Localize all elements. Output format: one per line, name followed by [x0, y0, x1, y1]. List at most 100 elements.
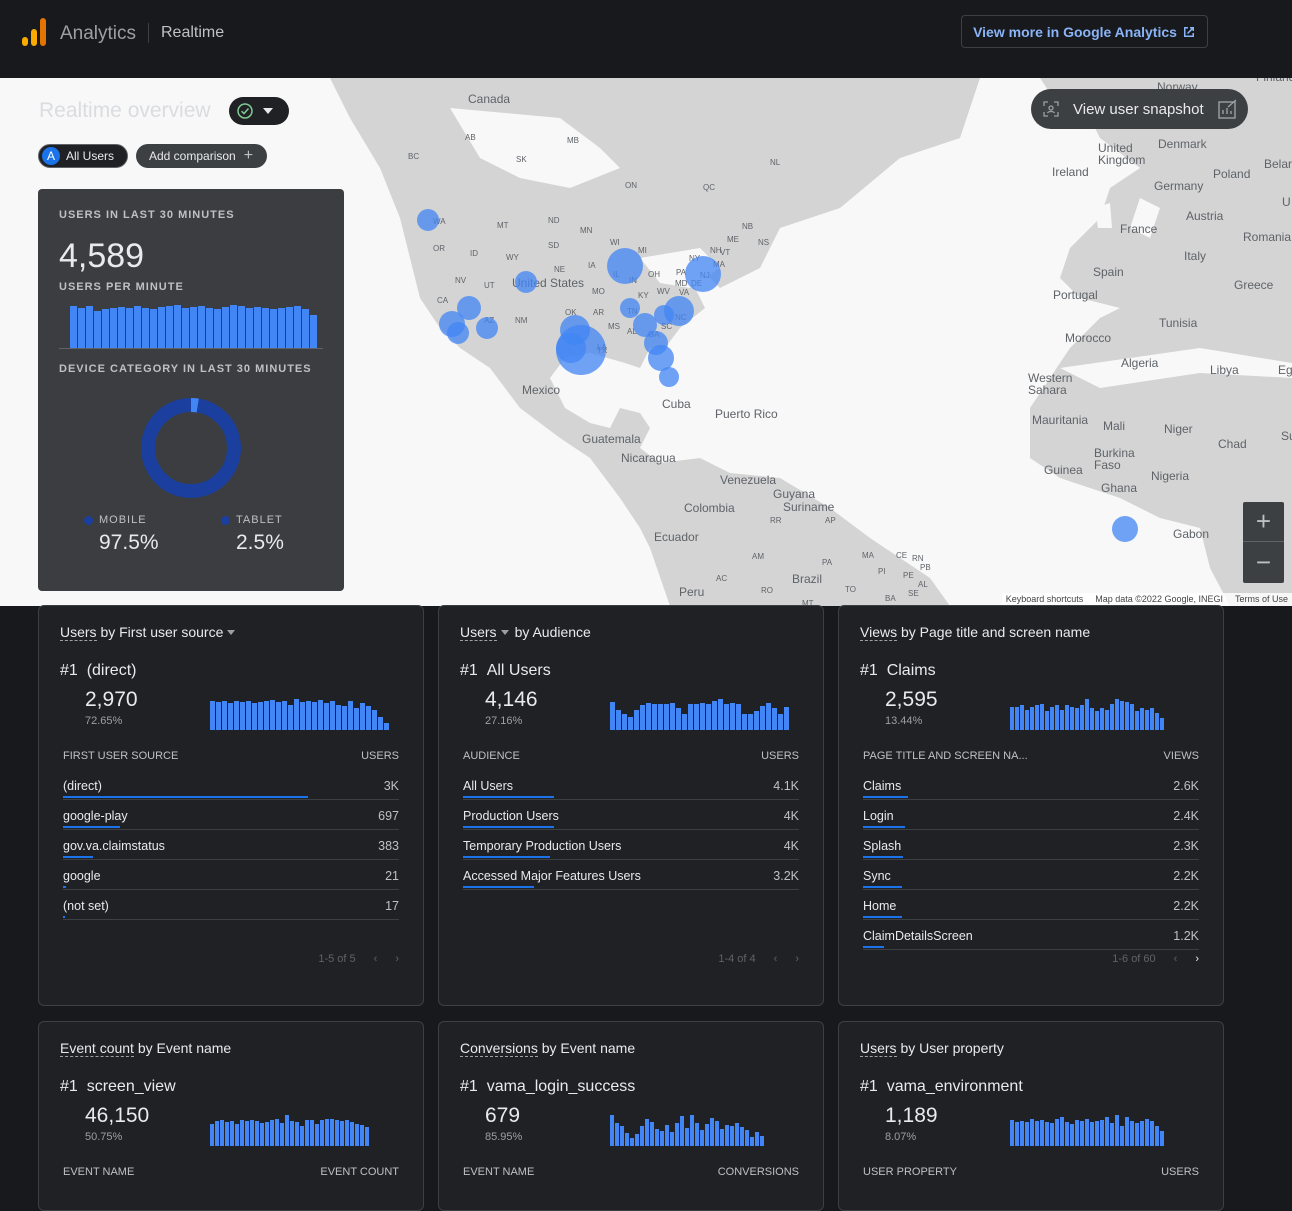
user-location-bubble[interactable] — [654, 305, 674, 325]
column-header-metric: USERS — [1161, 1166, 1199, 1178]
zoom-out-button[interactable]: − — [1243, 542, 1284, 582]
dropdown-arrow-icon[interactable] — [500, 630, 509, 635]
page-name: Realtime — [161, 24, 225, 41]
user-location-bubble[interactable] — [417, 209, 439, 231]
report-card: Conversions by Event name #1 vama_login_… — [438, 1021, 824, 1211]
add-comparison-button[interactable]: Add comparison + — [136, 144, 267, 168]
spark-bar — [118, 307, 125, 348]
chevron-left-icon[interactable]: ‹ — [1174, 953, 1178, 965]
map-region-label: RR — [770, 516, 782, 525]
metric-selector[interactable]: Event count — [60, 1040, 134, 1057]
chevron-right-icon[interactable]: › — [795, 953, 799, 965]
spark-bar — [610, 702, 615, 730]
top-item-percent: 72.65% — [85, 715, 123, 727]
all-users-chip[interactable]: A All Users — [38, 144, 128, 168]
metric-selector[interactable]: Users — [60, 624, 97, 641]
spark-bar — [725, 1125, 729, 1146]
analytics-logo-icon[interactable] — [22, 18, 48, 46]
spark-bar — [1015, 707, 1019, 730]
spark-bar — [640, 1126, 644, 1146]
user-location-bubble[interactable] — [556, 333, 586, 363]
user-location-bubble[interactable] — [659, 367, 679, 387]
table-row[interactable]: Accessed Major Features Users 3.2K — [463, 860, 799, 890]
user-location-bubble[interactable] — [447, 322, 469, 344]
dimension-selector[interactable]: by First user source — [100, 624, 223, 640]
row-value: 3K — [383, 779, 399, 793]
table-row[interactable]: Production Users 4K — [463, 800, 799, 830]
spark-bar — [250, 1120, 254, 1146]
table-row[interactable]: Temporary Production Users 4K — [463, 830, 799, 860]
data-status-button[interactable] — [229, 97, 289, 125]
spark-bar — [265, 1122, 269, 1146]
spark-bar — [718, 699, 723, 730]
table-row[interactable]: google 21 — [63, 860, 399, 890]
user-location-bubble[interactable] — [607, 248, 643, 284]
map-region-label: NM — [515, 316, 528, 325]
map-region-label: MA — [862, 551, 874, 560]
user-location-bubble[interactable] — [476, 317, 498, 339]
terms-link[interactable]: Terms of Use — [1235, 594, 1288, 605]
view-in-google-analytics-button[interactable]: View more in Google Analytics — [961, 15, 1208, 48]
row-share-bar — [463, 886, 534, 888]
keyboard-shortcuts-link[interactable]: Keyboard shortcuts — [1006, 594, 1084, 605]
table-row[interactable]: All Users 4.1K — [463, 770, 799, 800]
table-row[interactable]: gov.va.claimstatus 383 — [63, 830, 399, 860]
column-header-dimension: EVENT NAME — [463, 1166, 535, 1178]
spark-bar — [1090, 1122, 1094, 1146]
spark-bar — [694, 704, 699, 730]
user-location-bubble[interactable] — [1112, 516, 1138, 542]
table-row[interactable]: (not set) 17 — [63, 890, 399, 920]
chevron-left-icon[interactable]: ‹ — [774, 953, 778, 965]
spark-bar — [1115, 1115, 1119, 1146]
spark-bar — [1025, 710, 1029, 730]
user-location-bubble[interactable] — [515, 271, 537, 293]
header-divider — [148, 23, 149, 43]
view-user-snapshot-button[interactable]: View user snapshot — [1031, 89, 1248, 129]
spark-bar — [1145, 1119, 1149, 1146]
table-row[interactable]: Splash 2.3K — [863, 830, 1199, 860]
spark-bar — [354, 708, 359, 730]
column-header-metric: USERS — [761, 750, 799, 762]
map-label-algeria: Algeria — [1121, 356, 1159, 370]
top-item: #1 vama_login_success — [460, 1078, 635, 1096]
table-row[interactable]: Claims 2.6K — [863, 770, 1199, 800]
user-location-bubble[interactable] — [685, 256, 721, 292]
table-row[interactable]: Home 2.2K — [863, 890, 1199, 920]
row-name: Splash — [863, 839, 902, 853]
metric-selector[interactable]: Views — [860, 624, 898, 641]
map-region-label: AB — [465, 133, 476, 142]
dimension-label: by User property — [900, 1040, 1004, 1056]
row-name: All Users — [463, 779, 514, 793]
realtime-map[interactable]: Canada United States Mexico Cuba Puerto Rico… — [0, 78, 1292, 606]
metric-selector[interactable]: Conversions — [460, 1040, 538, 1057]
map-label-france: France — [1120, 222, 1158, 236]
map-label-romania: Romania — [1243, 230, 1292, 244]
spark-bar — [754, 711, 759, 730]
zoom-in-button[interactable]: + — [1243, 502, 1284, 542]
spark-bar — [1100, 708, 1104, 730]
dropdown-arrow-icon[interactable] — [227, 630, 236, 635]
top-item-sparkline — [1010, 699, 1164, 730]
chevron-right-icon[interactable]: › — [395, 953, 399, 965]
top-rank: #1 — [860, 1078, 878, 1095]
table-row[interactable]: (direct) 3K — [63, 770, 399, 800]
spark-bar — [720, 1129, 724, 1146]
dimension-label: by Page title and screen name — [900, 624, 1091, 640]
metric-selector[interactable]: Users — [460, 624, 497, 641]
card-title: Users by First user source — [60, 624, 241, 641]
card-title: Conversions by Event name — [460, 1040, 635, 1057]
map-region-label: AP — [825, 516, 836, 525]
table-row[interactable]: Sync 2.2K — [863, 860, 1199, 890]
table-row[interactable]: ClaimDetailsScreen 1.2K — [863, 920, 1199, 950]
chevron-right-icon[interactable]: › — [1195, 953, 1199, 965]
zoom-controls: + − — [1243, 502, 1284, 583]
metric-selector[interactable]: Users — [860, 1040, 897, 1057]
table-row[interactable]: Login 2.4K — [863, 800, 1199, 830]
map-label-guatemala: Guatemala — [582, 432, 641, 446]
chart-axis-line — [59, 348, 323, 349]
chevron-left-icon[interactable]: ‹ — [374, 953, 378, 965]
spark-bar — [712, 701, 717, 730]
column-header-dimension: PAGE TITLE AND SCREEN NA... — [863, 750, 1028, 762]
table-row[interactable]: google-play 697 — [63, 800, 399, 830]
plus-icon: + — [243, 147, 254, 164]
